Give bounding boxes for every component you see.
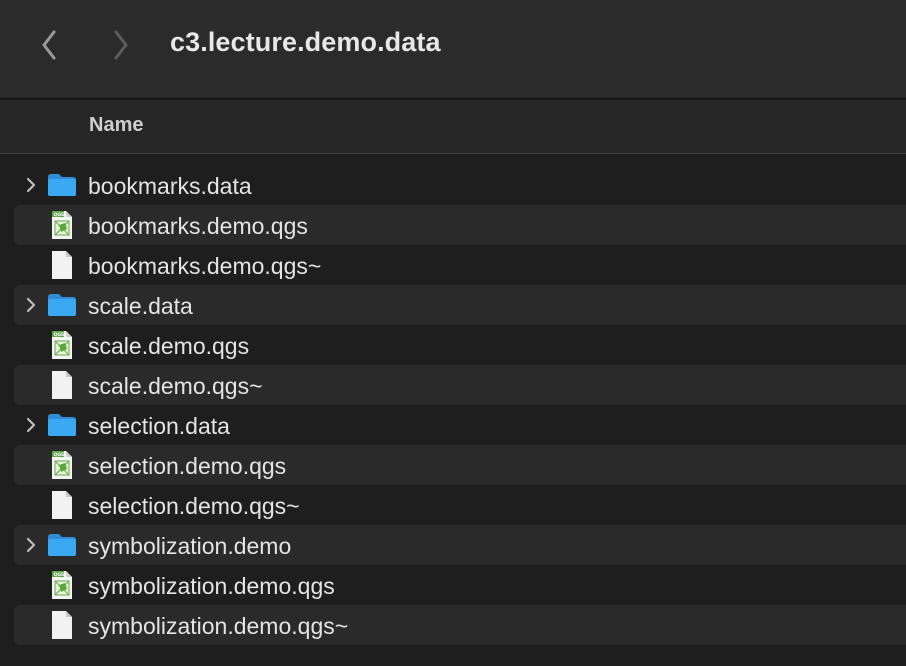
svg-text:QGS: QGS: [54, 212, 65, 218]
folder-icon: [46, 290, 78, 320]
disclosure-chevron-icon[interactable]: [24, 295, 38, 315]
file-row[interactable]: bookmarks.demo.qgs~: [0, 245, 906, 285]
document-icon: [46, 610, 78, 640]
file-name: bookmarks.demo.qgs: [88, 213, 308, 239]
name-column-header[interactable]: Name: [89, 114, 143, 137]
folder-icon: [46, 530, 78, 560]
back-button[interactable]: [29, 24, 69, 66]
file-name: selection.demo.qgs: [88, 453, 287, 479]
file-name: symbolization.demo.qgs~: [88, 613, 349, 639]
file-name: selection.demo.qgs~: [88, 493, 300, 519]
file-row[interactable]: QGS scale.demo.qgs: [0, 325, 906, 365]
file-name: scale.demo.qgs~: [88, 373, 263, 399]
folder-icon: [46, 410, 78, 440]
file-row[interactable]: QGS selection.demo.qgs: [14, 445, 906, 485]
chevron-right-icon: [114, 30, 128, 60]
file-name: scale.data: [88, 293, 193, 319]
toolbar: c3.lecture.demo.data: [0, 0, 906, 99]
disclosure-chevron-icon[interactable]: [24, 415, 38, 435]
file-row[interactable]: scale.demo.qgs~: [14, 365, 906, 405]
disclosure-chevron-icon[interactable]: [24, 535, 38, 555]
file-row[interactable]: QGS symbolization.demo.qgs: [0, 565, 906, 605]
document-icon: [46, 250, 78, 280]
svg-text:QGS: QGS: [54, 572, 65, 578]
qgs-file-icon: QGS: [46, 330, 78, 360]
window-title: c3.lecture.demo.data: [170, 27, 441, 57]
chevron-left-icon: [42, 30, 56, 60]
document-icon: [46, 490, 78, 520]
file-name: scale.demo.qgs: [88, 333, 250, 359]
qgs-file-icon: QGS: [46, 570, 78, 600]
svg-text:QGS: QGS: [54, 452, 65, 458]
file-row[interactable]: symbolization.demo.qgs~: [14, 605, 906, 645]
forward-button[interactable]: [101, 24, 141, 66]
column-header: Name: [0, 100, 906, 154]
qgs-file-icon: QGS: [46, 210, 78, 240]
qgs-file-icon: QGS: [46, 450, 78, 480]
file-name: symbolization.demo.qgs: [88, 573, 335, 599]
file-row[interactable]: scale.data: [14, 285, 906, 325]
file-row[interactable]: QGS bookmarks.demo.qgs: [14, 205, 906, 245]
file-row[interactable]: selection.demo.qgs~: [0, 485, 906, 525]
folder-icon: [46, 170, 78, 200]
file-name: symbolization.demo: [88, 533, 292, 559]
file-name: bookmarks.demo.qgs~: [88, 253, 322, 279]
file-row[interactable]: bookmarks.data: [0, 165, 906, 205]
disclosure-chevron-icon[interactable]: [24, 175, 38, 195]
file-row[interactable]: symbolization.demo: [14, 525, 906, 565]
finder-window: c3.lecture.demo.data Name bookmarks.data…: [0, 0, 906, 666]
svg-text:QGS: QGS: [54, 332, 65, 338]
file-name: bookmarks.data: [88, 173, 252, 199]
file-list: bookmarks.data QGS bookmarks.demo.qgs bo…: [0, 165, 906, 645]
document-icon: [46, 370, 78, 400]
file-name: selection.data: [88, 413, 230, 439]
file-row[interactable]: selection.data: [0, 405, 906, 445]
